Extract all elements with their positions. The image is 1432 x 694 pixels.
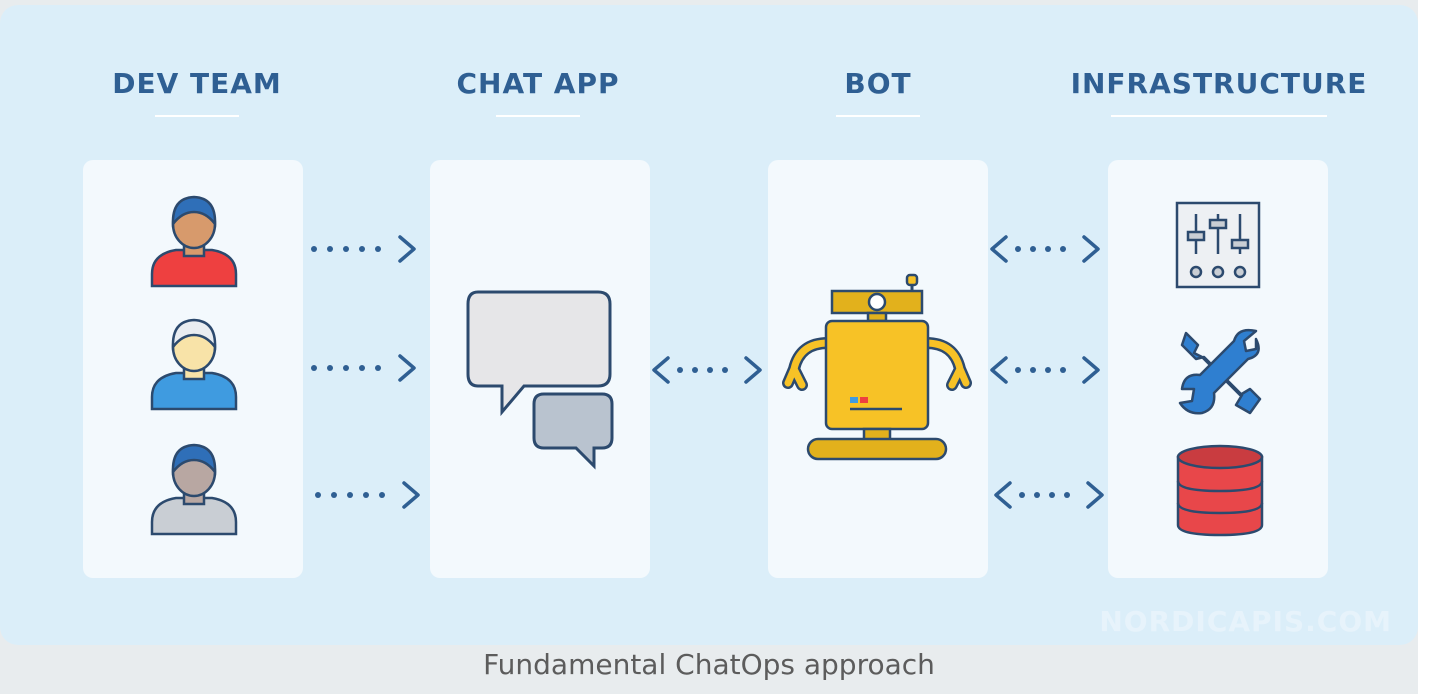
arrow-dev-to-chat-3 xyxy=(315,481,420,509)
watermark: NORDICAPIS.COM xyxy=(1099,605,1392,638)
title-underline xyxy=(496,115,580,117)
column-title-label: BOT xyxy=(844,67,912,100)
database-icon xyxy=(1176,444,1264,537)
chatops-diagram: DEV TEAM CHAT APP BOT INFRASTRUCTURE NOR… xyxy=(0,5,1418,645)
column-title-chat-app: CHAT APP xyxy=(430,67,646,117)
tools-icon xyxy=(1178,328,1262,415)
arrow-dev-to-chat-1 xyxy=(311,235,416,263)
arrow-bot-infra-bidirectional-1 xyxy=(990,235,1100,263)
column-title-infrastructure: INFRASTRUCTURE xyxy=(1064,67,1374,117)
arrow-dev-to-chat-2 xyxy=(311,354,416,382)
column-title-label: CHAT APP xyxy=(456,67,620,100)
arrow-chat-bot-bidirectional xyxy=(652,356,762,384)
column-title-bot: BOT xyxy=(768,67,988,117)
developer-blue-icon xyxy=(150,318,238,411)
control-panel-icon xyxy=(1175,201,1261,289)
column-title-label: INFRASTRUCTURE xyxy=(1070,67,1368,100)
column-title-label: DEV TEAM xyxy=(112,67,282,100)
column-title-dev-team: DEV TEAM xyxy=(92,67,302,117)
developer-red-icon xyxy=(150,195,238,288)
title-underline xyxy=(836,115,920,117)
robot-icon xyxy=(782,273,972,461)
arrow-bot-infra-bidirectional-3 xyxy=(994,481,1104,509)
figure-caption: Fundamental ChatOps approach xyxy=(483,648,935,681)
chat-bubbles-icon xyxy=(466,290,614,470)
title-underline xyxy=(1111,115,1327,117)
arrow-bot-infra-bidirectional-2 xyxy=(990,356,1100,384)
title-underline xyxy=(155,115,239,117)
developer-gray-icon xyxy=(150,443,238,536)
